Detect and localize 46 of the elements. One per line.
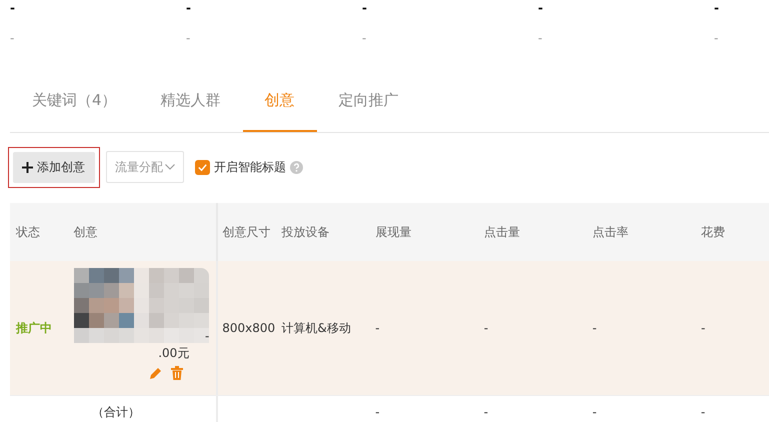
tab[interactable]: 关键词（4） [10,70,139,132]
summary-value: - [362,0,367,16]
help-icon[interactable] [290,160,303,174]
table-cell: - [700,405,706,419]
summary-subvalue: - [10,30,14,46]
table-cell: - [700,321,706,335]
column-header: 点击量 [484,224,520,240]
table-cell: - [484,321,488,335]
column-header: 创意尺寸 [222,224,270,240]
summary-value: - [10,0,15,16]
summary-subvalue: - [538,30,542,46]
summary-subvalue: - [186,30,190,46]
column-header: 状态 [16,224,40,240]
creative-title: - [204,329,210,343]
add-creative-button[interactable]: 添加创意 [13,152,95,182]
plus-icon [22,162,33,172]
summary-value: - [538,0,543,16]
checkbox-label: 开启智能标题 [214,158,286,176]
tab[interactable]: 定向推广 [316,70,421,132]
chevron-down-icon [165,164,175,170]
table-cell: - [375,321,380,335]
summary-subvalue: - [362,30,366,46]
table-cell: 计算机&移动 [282,320,351,336]
tab[interactable]: 创意 [242,70,317,132]
column-header: 展现量 [375,224,412,240]
checkbox[interactable] [195,160,210,174]
tab[interactable]: 精选人群 [138,70,243,132]
summary-value: - [714,0,719,16]
creative-price: .00元 [158,345,190,361]
pencil-icon[interactable] [149,366,164,380]
total-label: （合计） [92,404,140,420]
traffic-dropdown[interactable]: 流量分配 [106,151,184,183]
table-cell: 800x800 [222,321,276,335]
table-cell: - [484,405,488,419]
trash-icon[interactable] [171,366,184,380]
table-cell: - [592,405,597,419]
summary-subvalue: - [714,30,718,46]
check-icon [197,162,208,172]
table-cell: - [375,405,380,419]
column-header: 创意 [73,224,98,240]
status-text: 推广中 [16,320,52,336]
summary-value: - [186,0,191,16]
column-header: 花费 [700,224,725,240]
column-header: 点击率 [592,224,628,240]
column-header: 投放设备 [282,224,330,240]
table-cell: - [592,321,597,335]
